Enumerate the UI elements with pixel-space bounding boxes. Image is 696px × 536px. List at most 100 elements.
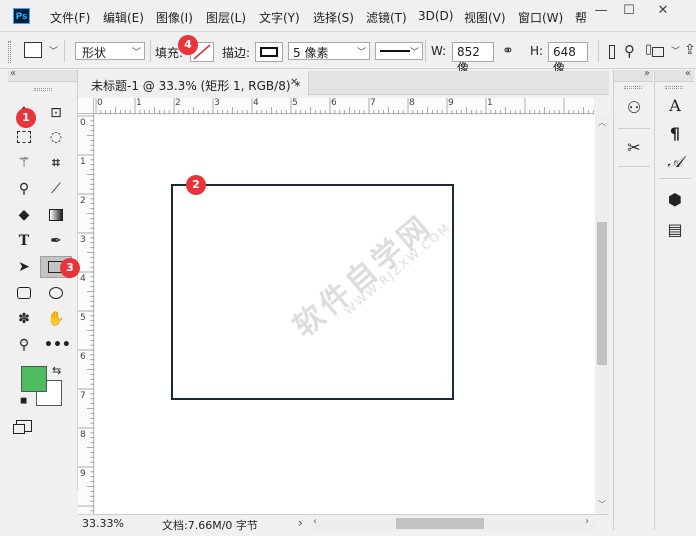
zoom-level[interactable]: 33.33%	[82, 517, 124, 530]
scroll-left-icon[interactable]: ‹	[313, 516, 317, 527]
swap-colors-icon[interactable]: ⇆	[52, 364, 61, 377]
custom-shape-tool-icon[interactable]: ✽	[12, 308, 36, 330]
type-tool-icon[interactable]: T	[12, 230, 36, 252]
more-tools-icon[interactable]: •••	[44, 334, 71, 356]
ruler-h-label: 4	[253, 98, 259, 108]
menu-edit[interactable]: 编辑(E)	[103, 9, 144, 26]
pen-tool-icon[interactable]: ✒	[44, 230, 68, 252]
hand-tool-icon[interactable]: ✋	[44, 308, 68, 330]
close-button[interactable]: ✕	[648, 0, 678, 22]
link-icon[interactable]: ⚭	[502, 43, 514, 59]
ellipse-tool-icon[interactable]	[44, 282, 68, 304]
minimize-button[interactable]: —	[586, 0, 616, 22]
scroll-right-icon[interactable]: ›	[585, 516, 589, 527]
zoom-tool-icon[interactable]: ⚲	[12, 334, 36, 356]
solid-line-icon	[380, 50, 410, 52]
eraser-tool-icon[interactable]: ◆	[12, 204, 36, 226]
ruler-v-label: 8	[80, 430, 86, 440]
document-tab[interactable]: 未标题-1 @ 33.3% (矩形 1, RGB/8) * ✕	[79, 71, 309, 96]
share-icon[interactable]: ⇪	[684, 42, 696, 58]
stroke-type-select[interactable]: ﹀	[375, 42, 423, 60]
panel-dock-header: »	[614, 68, 653, 82]
menu-file[interactable]: 文件(F)	[50, 9, 90, 26]
foreground-color-swatch[interactable]	[21, 366, 47, 392]
annotation-badge: 2	[186, 175, 206, 195]
stroke-color-swatch[interactable]	[255, 42, 283, 62]
tool-presets-icon[interactable]: ✂	[616, 134, 652, 162]
rectangular-marquee-tool-icon[interactable]	[12, 126, 36, 148]
horizontal-scroll-thumb[interactable]	[396, 518, 484, 529]
ruler-h-label: 3	[214, 98, 220, 108]
magic-wand-tool-icon[interactable]: ⚚	[12, 152, 36, 174]
properties-panel-icon[interactable]: ▤	[657, 216, 693, 244]
width-input[interactable]: 852 像	[452, 42, 494, 75]
chevron-down-icon: ﹀	[131, 48, 141, 58]
panel-collapse-icon[interactable]: «	[10, 68, 16, 79]
default-colors-icon[interactable]: ◼	[20, 396, 27, 406]
ruler-v-label: 1	[80, 157, 86, 167]
menu-image[interactable]: 图像(I)	[156, 9, 193, 26]
scroll-up-icon[interactable]: ︿	[598, 117, 606, 128]
width-label: W:	[431, 44, 447, 58]
ruler-v-label: 2	[80, 196, 86, 206]
horizontal-ruler-ticks	[95, 98, 594, 114]
glyphs-panel-icon[interactable]: 𝒜	[657, 148, 693, 176]
artboard-tool-icon[interactable]: ⊡	[44, 102, 68, 124]
character-panel-icon[interactable]: A	[657, 92, 693, 120]
tools-grip	[34, 88, 52, 91]
crop-tool-icon[interactable]: ⌗	[44, 152, 68, 174]
tool-preset-rectangle-icon[interactable]	[24, 42, 42, 58]
3d-panel-icon[interactable]: ⬢	[657, 186, 693, 214]
ruler-h-label: 7	[370, 98, 376, 108]
path-selection-tool-icon[interactable]: ➤	[12, 256, 36, 278]
menu-select[interactable]: 选择(S)	[313, 9, 354, 26]
ruler-h-label: 2	[175, 98, 181, 108]
tool-preset-chevron-down-icon[interactable]: ﹀	[49, 44, 58, 57]
brush-tool-icon[interactable]: ⟋	[44, 178, 68, 200]
ruler-origin[interactable]	[78, 98, 94, 114]
annotation-badge: 1	[16, 108, 36, 128]
panel-expand-icon[interactable]: «	[685, 68, 691, 79]
ruler-h-label: 1	[487, 98, 493, 108]
clone-source-icon[interactable]: ⚇	[616, 94, 652, 122]
scroll-down-icon[interactable]: ﹀	[598, 499, 606, 510]
tools-panel-header: «	[8, 68, 77, 82]
menu-type[interactable]: 文字(Y)	[259, 9, 300, 26]
menu-bar: Ps 文件(F) 编辑(E) 图像(I) 图层(L) 文字(Y) 选择(S) 滤…	[0, 0, 696, 32]
rounded-rectangle-tool-icon[interactable]	[12, 282, 36, 304]
right-panel-dock-2: « A ¶ 𝒜 ⬢ ▤	[654, 68, 694, 530]
paragraph-panel-icon[interactable]: ¶	[657, 120, 693, 148]
right-panel-dock-1: » ⚇ ✂	[613, 68, 653, 530]
eyedropper-tool-icon[interactable]: ⚲	[12, 178, 36, 200]
menu-3d[interactable]: 3D(D)	[418, 9, 453, 23]
gradient-tool-icon[interactable]	[44, 204, 68, 226]
vertical-ruler[interactable]: 0 1 2 3 4 5 6 7 8 9	[78, 114, 94, 514]
panel-divider	[618, 128, 650, 129]
workspace-switcher-button[interactable]	[652, 47, 664, 57]
tab-close-icon[interactable]: ✕	[290, 77, 298, 88]
shape-mode-select[interactable]: 形状 ﹀	[75, 42, 145, 60]
chevron-down-icon[interactable]: ﹀	[671, 44, 680, 57]
stroke-width-select[interactable]: 5 像素 ﹀	[288, 42, 370, 60]
horizontal-scrollbar[interactable]: ‹ ›	[311, 515, 596, 532]
menu-layer[interactable]: 图层(L)	[206, 9, 246, 26]
vertical-scroll-thumb[interactable]	[597, 222, 607, 365]
menu-window[interactable]: 窗口(W)	[518, 9, 563, 26]
lasso-tool-icon[interactable]: ◌	[44, 126, 68, 148]
ruler-v-label: 3	[80, 235, 86, 245]
horizontal-ruler[interactable]: 0 1 2 3 4 5 6 7 8 9 1	[94, 98, 594, 114]
height-input[interactable]: 648 像	[548, 42, 588, 75]
menu-filter[interactable]: 滤镜(T)	[366, 9, 407, 26]
options-grip	[8, 41, 11, 63]
photoshop-logo-icon[interactable]: Ps	[13, 8, 30, 24]
ruler-v-label: 9	[80, 469, 86, 479]
status-menu-arrow-icon[interactable]: ›	[298, 516, 303, 530]
path-operations-icon[interactable]	[609, 45, 615, 59]
menu-view[interactable]: 视图(V)	[464, 9, 506, 26]
search-icon[interactable]: ⚲	[624, 42, 635, 60]
maximize-button[interactable]: ☐	[614, 0, 644, 22]
panel-expand-icon[interactable]: »	[644, 68, 650, 79]
shape-mode-value: 形状	[82, 46, 107, 60]
options-divider	[598, 40, 599, 62]
vertical-scrollbar[interactable]: ︿ ﹀	[595, 115, 609, 514]
